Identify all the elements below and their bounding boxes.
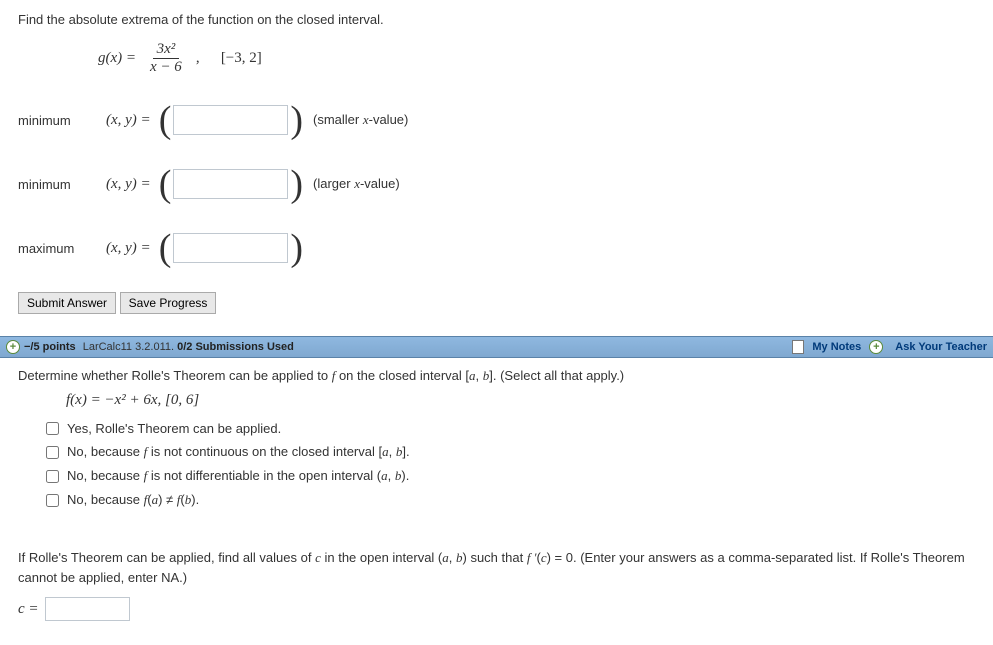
question-2: Determine whether Rolle's Theorem can be… (0, 358, 993, 639)
q1-func-lhs: g(x) = (98, 50, 136, 67)
q2-c-input[interactable] (45, 597, 130, 621)
submit-answer-button[interactable]: Submit Answer (18, 292, 116, 314)
q1-max-input[interactable] (173, 233, 288, 263)
q2-option-2[interactable]: No, because f is not continuous on the c… (46, 444, 975, 460)
q2-checkbox-4[interactable] (46, 494, 59, 507)
points-label: −/5 points (24, 341, 76, 353)
q2-fu-a: If Rolle's Theorem can be applied, find … (18, 550, 315, 565)
open-paren-icon: ( (159, 226, 172, 270)
q2-checkbox-1[interactable] (46, 422, 59, 435)
q2-c-row: c = (18, 597, 975, 621)
note-icon[interactable] (792, 340, 804, 354)
row-label: maximum (18, 241, 106, 256)
row-label: minimum (18, 113, 106, 128)
q2-fu-c: ) such that (463, 550, 527, 565)
q2-option-1[interactable]: Yes, Rolle's Theorem can be applied. (46, 421, 975, 436)
q1-frac-den: x − 6 (146, 59, 186, 76)
save-progress-button[interactable]: Save Progress (120, 292, 217, 314)
q1-frac-num: 3x² (153, 41, 180, 59)
submissions-label: 0/2 Submissions Used (177, 341, 294, 353)
q1-min2-input[interactable] (173, 169, 288, 199)
q2-option-1-label: Yes, Rolle's Theorem can be applied. (67, 421, 281, 436)
q2-instruction: Determine whether Rolle's Theorem can be… (18, 368, 975, 384)
close-paren-icon: ) (290, 98, 303, 142)
q1-interval: [−3, 2] (221, 50, 262, 67)
row-note: (larger x-value) (313, 176, 400, 192)
q1-row-min1: minimum (x, y) = ( ) (smaller x-value) (18, 98, 975, 142)
q1-row-min2: minimum (x, y) = ( ) (larger x-value) (18, 162, 975, 206)
eq-prefix: (x, y) = (106, 112, 151, 129)
button-row: Submit Answer Save Progress (18, 292, 975, 314)
q2-option-4[interactable]: No, because f(a) ≠ f(b). (46, 492, 975, 508)
q1-fraction: 3x² x − 6 (146, 41, 186, 76)
q1-instruction: Find the absolute extrema of the functio… (18, 12, 975, 27)
q2-checkbox-3[interactable] (46, 470, 59, 483)
question-header-bar: + −/5 points LarCalc11 3.2.011. 0/2 Subm… (0, 336, 993, 358)
c-label: c = (18, 601, 39, 618)
question-1: Find the absolute extrema of the functio… (0, 0, 993, 336)
source-label: LarCalc11 3.2.011. (80, 341, 177, 353)
q2-formula: f(x) = −x² + 6x, [0, 6] (66, 392, 975, 409)
close-paren-icon: ) (290, 226, 303, 270)
q2-instr-c: ]. (Select all that apply.) (489, 368, 624, 383)
q2-option-3[interactable]: No, because f is not differentiable in t… (46, 468, 975, 484)
q2-option-3-label: No, because f is not differentiable in t… (67, 468, 409, 484)
q1-formula: g(x) = 3x² x − 6 , [−3, 2] (98, 41, 975, 76)
row-note: (smaller x-value) (313, 112, 408, 128)
q2-option-4-label: No, because f(a) ≠ f(b). (67, 492, 199, 508)
eq-prefix: (x, y) = (106, 240, 151, 257)
eq-prefix: (x, y) = (106, 176, 151, 193)
q2-instr-b: on the closed interval [ (335, 368, 469, 383)
q2-fu-b: in the open interval ( (321, 550, 442, 565)
q2-followup: If Rolle's Theorem can be applied, find … (18, 548, 975, 587)
expand-icon[interactable]: + (6, 340, 20, 354)
open-paren-icon: ( (159, 162, 172, 206)
q1-min1-input[interactable] (173, 105, 288, 135)
open-paren-icon: ( (159, 98, 172, 142)
close-paren-icon: ) (290, 162, 303, 206)
q1-row-max: maximum (x, y) = ( ) (18, 226, 975, 270)
comma: , (196, 50, 211, 67)
plus-icon[interactable]: + (869, 340, 883, 354)
my-notes-link[interactable]: My Notes (812, 341, 861, 353)
row-label: minimum (18, 177, 106, 192)
q2-checkbox-2[interactable] (46, 446, 59, 459)
q2-option-2-label: No, because f is not continuous on the c… (67, 444, 410, 460)
ask-teacher-link[interactable]: Ask Your Teacher (895, 341, 987, 353)
q2-instr-a: Determine whether Rolle's Theorem can be… (18, 368, 332, 383)
